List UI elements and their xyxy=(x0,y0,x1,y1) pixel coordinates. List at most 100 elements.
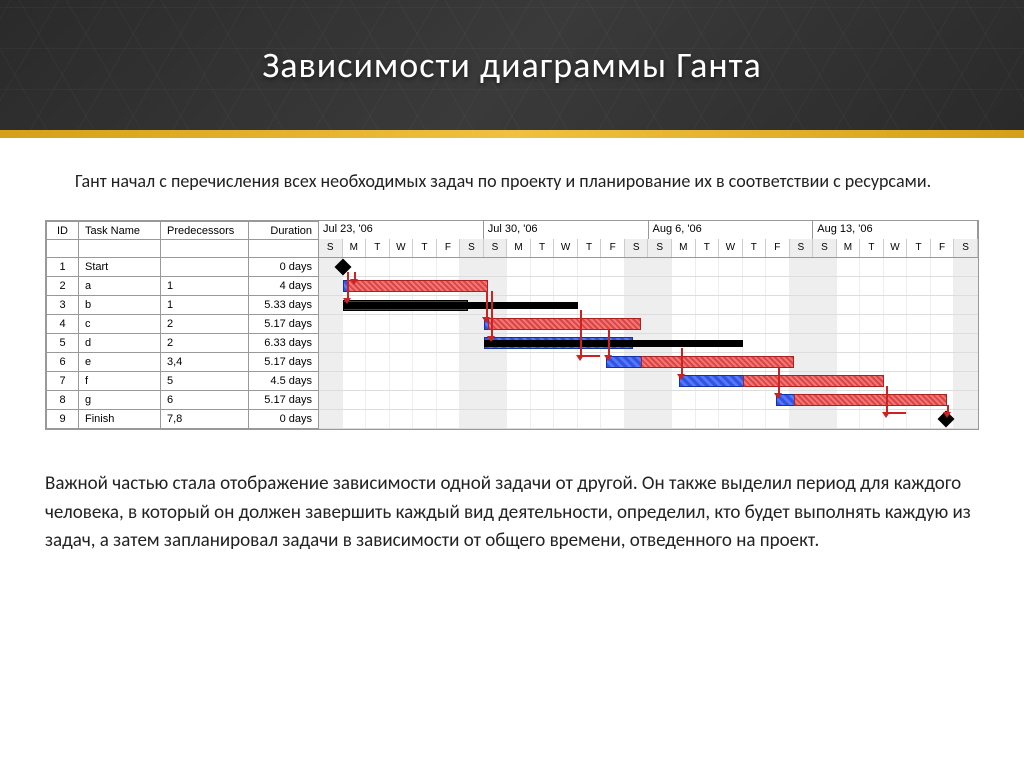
day-label: F xyxy=(931,239,955,257)
gantt-bar xyxy=(347,280,488,292)
table-row: 5d26.33 days xyxy=(47,334,319,353)
cell-pred: 2 xyxy=(161,334,249,353)
week-label: Aug 13, '06 xyxy=(813,221,978,239)
table-row: 1Start 0 days xyxy=(47,258,319,277)
dependency-line xyxy=(778,367,780,393)
day-label: M xyxy=(672,239,696,257)
cell-dur: 5.17 days xyxy=(249,391,319,410)
cell-name: b xyxy=(79,296,161,315)
day-label: T xyxy=(743,239,767,257)
gantt-bar xyxy=(484,340,743,347)
dependency-line xyxy=(354,272,356,279)
day-label: F xyxy=(437,239,461,257)
day-label: W xyxy=(719,239,743,257)
cell-dur: 0 days xyxy=(249,258,319,277)
arrow-icon xyxy=(482,317,490,323)
dependency-line xyxy=(608,329,610,355)
gantt-row xyxy=(319,372,978,391)
gantt-bar xyxy=(343,302,578,309)
cell-name: Start xyxy=(79,258,161,277)
day-label: S xyxy=(790,239,814,257)
col-header-pred: Predecessors xyxy=(161,222,249,240)
gantt-row xyxy=(319,353,978,372)
day-label: S xyxy=(625,239,649,257)
cell-id: 1 xyxy=(47,258,79,277)
col-header-dur: Duration xyxy=(249,222,319,240)
day-label: M xyxy=(507,239,531,257)
slide-header: Зависимости диаграммы Ганта xyxy=(0,0,1024,130)
bottom-paragraph: Важной частью стала отображение зависимо… xyxy=(45,470,979,556)
dependency-line xyxy=(347,272,349,298)
gantt-bar xyxy=(794,394,947,406)
day-label: M xyxy=(837,239,861,257)
day-label: S xyxy=(813,239,837,257)
day-label: T xyxy=(696,239,720,257)
cell-pred: 7,8 xyxy=(161,410,249,429)
gantt-row xyxy=(319,277,978,296)
col-header-name: Task Name xyxy=(79,222,161,240)
day-label: S xyxy=(460,239,484,257)
gantt-row xyxy=(319,296,978,315)
arrow-icon xyxy=(774,393,782,399)
gantt-bar xyxy=(488,318,641,330)
cell-dur: 5.17 days xyxy=(249,315,319,334)
cell-dur: 6.33 days xyxy=(249,334,319,353)
gantt-chart: ID Task Name Predecessors Duration 1Star… xyxy=(45,220,979,430)
cell-id: 2 xyxy=(47,277,79,296)
cell-pred xyxy=(161,258,249,277)
dependency-line xyxy=(886,386,888,412)
day-label: S xyxy=(484,239,508,257)
week-label: Jul 30, '06 xyxy=(484,221,649,239)
cell-name: f xyxy=(79,372,161,391)
cell-id: 9 xyxy=(47,410,79,429)
gantt-timeline: Jul 23, '06Jul 30, '06Aug 6, '06Aug 13, … xyxy=(319,221,978,429)
header-divider xyxy=(0,130,1024,138)
gantt-row xyxy=(319,334,978,353)
day-label: W xyxy=(390,239,414,257)
table-row: 4c25.17 days xyxy=(47,315,319,334)
gantt-row xyxy=(319,391,978,410)
cell-id: 5 xyxy=(47,334,79,353)
day-label: F xyxy=(766,239,790,257)
cell-pred: 6 xyxy=(161,391,249,410)
gantt-bar xyxy=(641,356,794,368)
cell-name: e xyxy=(79,353,161,372)
intro-paragraph: Гант начал с перечисления всех необходим… xyxy=(45,168,979,195)
cell-dur: 0 days xyxy=(249,410,319,429)
task-table: ID Task Name Predecessors Duration 1Star… xyxy=(46,221,319,429)
table-row: 8g65.17 days xyxy=(47,391,319,410)
cell-pred: 1 xyxy=(161,296,249,315)
day-label: M xyxy=(343,239,367,257)
week-label: Jul 23, '06 xyxy=(319,221,484,239)
day-label: W xyxy=(884,239,908,257)
table-row: 3b15.33 days xyxy=(47,296,319,315)
arrow-icon xyxy=(677,374,685,380)
slide-title: Зависимости диаграммы Ганта xyxy=(262,43,762,87)
day-label: T xyxy=(860,239,884,257)
day-label: T xyxy=(366,239,390,257)
arrow-icon xyxy=(343,298,351,304)
arrow-icon xyxy=(943,412,951,418)
arrow-icon xyxy=(576,355,584,361)
gantt-row xyxy=(319,410,978,429)
table-row: 7f54.5 days xyxy=(47,372,319,391)
cell-dur: 4.5 days xyxy=(249,372,319,391)
cell-id: 6 xyxy=(47,353,79,372)
cell-name: Finish xyxy=(79,410,161,429)
cell-name: d xyxy=(79,334,161,353)
day-label: S xyxy=(648,239,672,257)
cell-pred: 3,4 xyxy=(161,353,249,372)
table-row: 6e3,45.17 days xyxy=(47,353,319,372)
dependency-line xyxy=(486,291,488,317)
arrow-icon xyxy=(350,279,358,285)
cell-pred: 1 xyxy=(161,277,249,296)
day-label: W xyxy=(554,239,578,257)
arrow-icon xyxy=(882,412,890,418)
cell-id: 8 xyxy=(47,391,79,410)
slide-content: Гант начал с перечисления всех необходим… xyxy=(0,138,1024,586)
dependency-line xyxy=(491,291,493,336)
cell-dur: 5.33 days xyxy=(249,296,319,315)
dependency-line xyxy=(580,310,582,355)
cell-id: 7 xyxy=(47,372,79,391)
day-label: T xyxy=(907,239,931,257)
